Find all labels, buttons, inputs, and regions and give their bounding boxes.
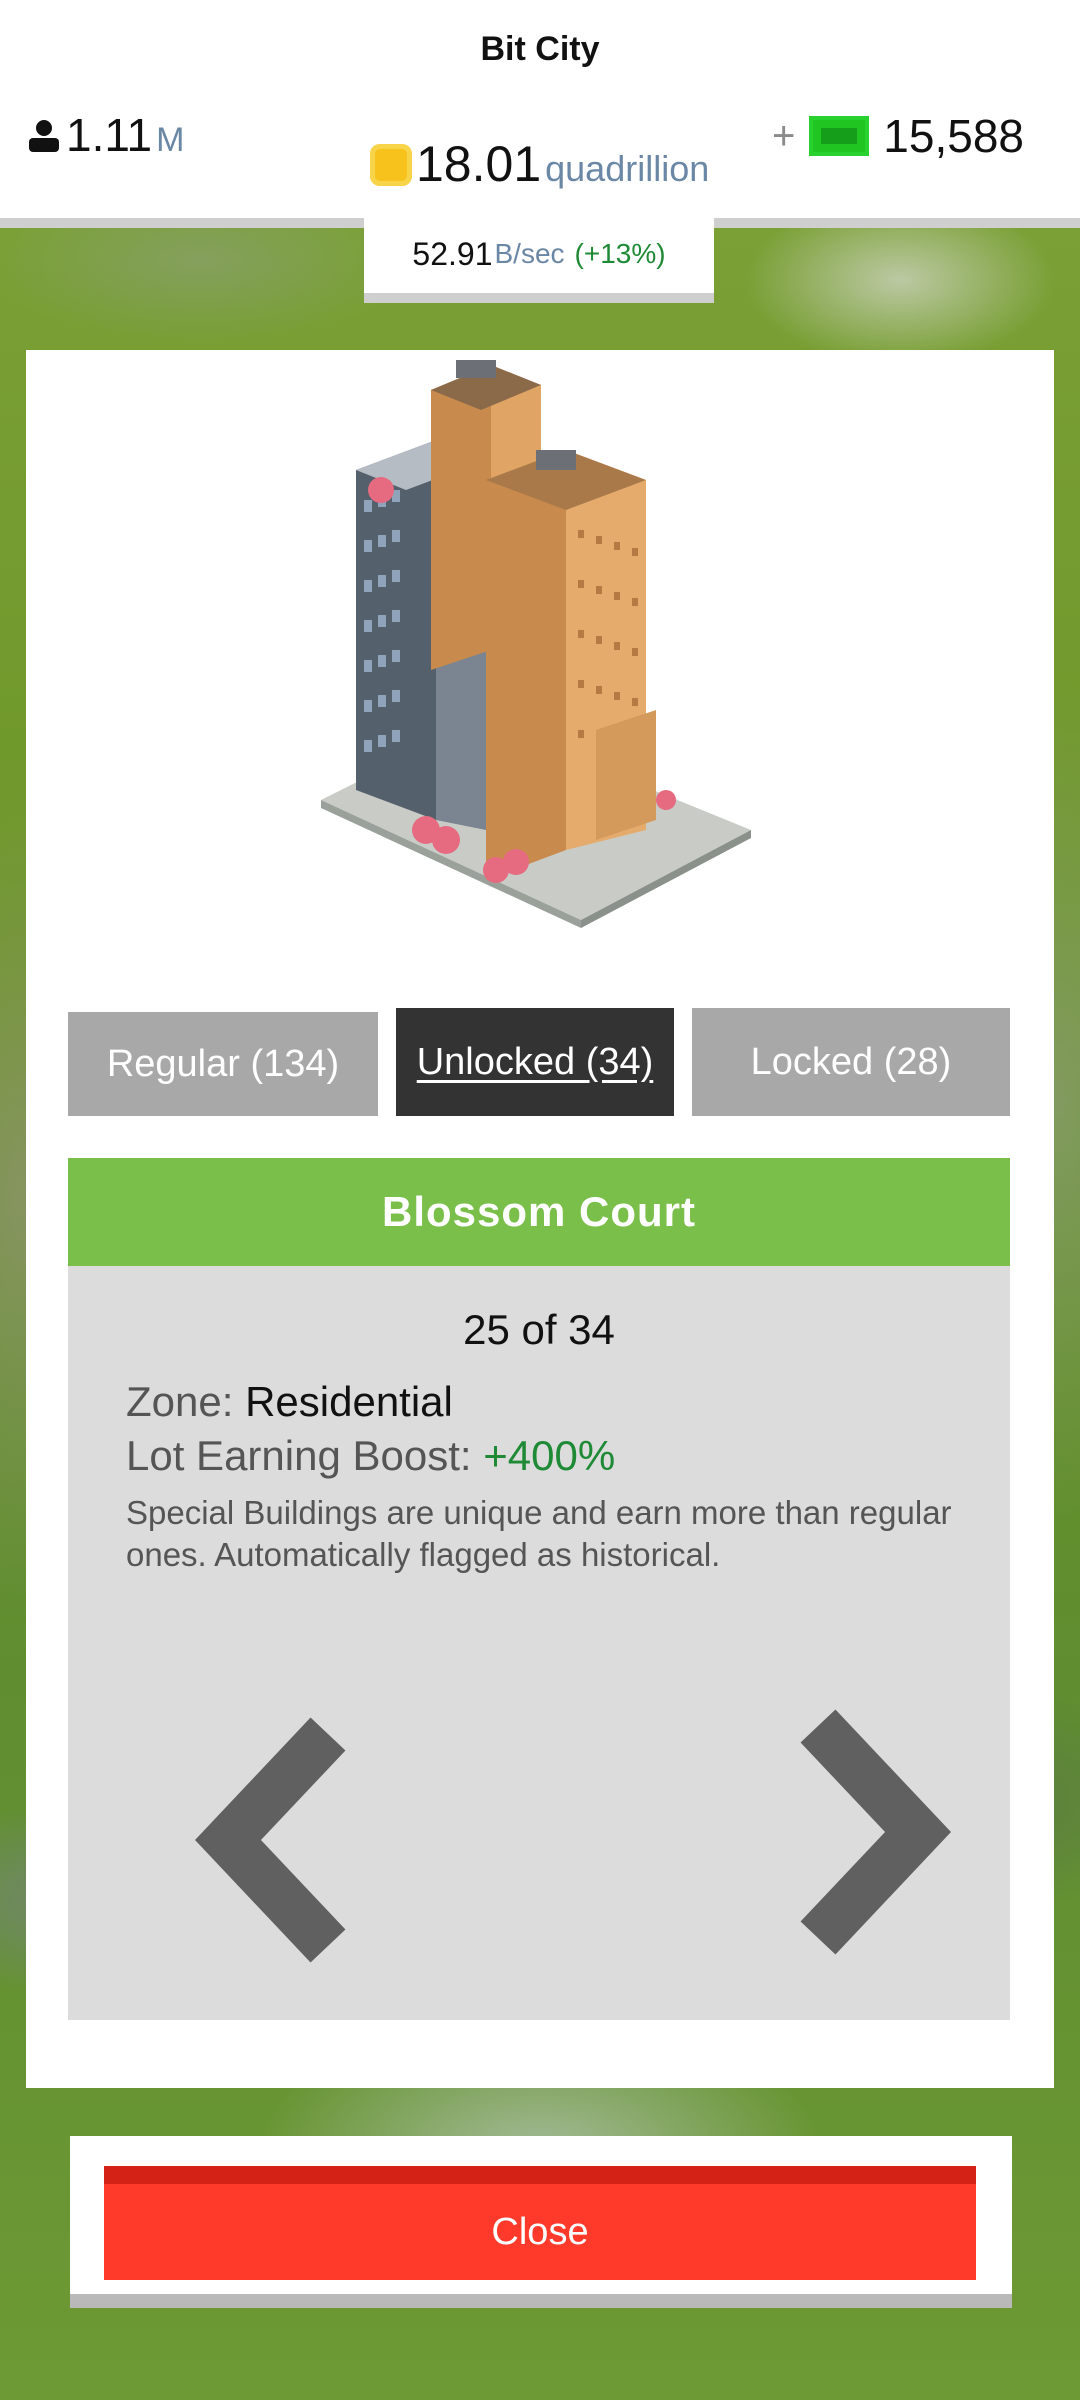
tab-locked[interactable]: Locked (28): [692, 1008, 1010, 1116]
gold-value: 18.01: [416, 136, 542, 192]
cash-stat: + 15,588: [772, 108, 1024, 164]
building-dialog: Regular (134) Unlocked (34) Locked (28) …: [26, 350, 1054, 2088]
coin-icon: [370, 144, 412, 186]
zone-row: Zone: Residential: [126, 1378, 453, 1426]
add-cash-button[interactable]: +: [772, 114, 795, 159]
population-stat: 1.11 M: [26, 108, 184, 164]
building-info-panel: 25 of 34 Zone: Residential Lot Earning B…: [68, 1266, 1010, 2020]
boost-row: Lot Earning Boost: +400%: [126, 1432, 615, 1480]
rate-percent: (+13%): [574, 238, 666, 269]
income-rate: 52.91 B/sec (+13%): [364, 215, 714, 303]
zone-label: Zone:: [126, 1378, 234, 1425]
cash-value: 15,588: [883, 110, 1024, 162]
population-value: 1.11: [66, 109, 153, 161]
building-description: Special Buildings are unique and earn mo…: [126, 1494, 952, 1573]
rate-value: 52.91: [412, 235, 493, 272]
top-bar: Bit City 1.11 M 18.01 quadrillion + 15,5…: [0, 0, 1080, 228]
app-title: Bit City: [480, 30, 600, 68]
building-image: [321, 360, 751, 928]
close-panel: Close: [70, 2136, 1012, 2308]
banknote-icon: [809, 116, 870, 156]
previous-arrow-icon[interactable]: [178, 1714, 358, 1974]
building-tabs: Regular (134) Unlocked (34) Locked (28): [68, 1008, 1010, 1116]
building-name: Blossom Court: [68, 1158, 1010, 1266]
tab-regular[interactable]: Regular (134): [68, 1012, 378, 1116]
boost-value: +400%: [483, 1432, 616, 1479]
zone-value: Residential: [245, 1378, 453, 1425]
rate-unit: B/sec: [494, 238, 565, 269]
next-arrow-icon[interactable]: [788, 1706, 968, 1966]
gold-unit: quadrillion: [545, 148, 710, 189]
close-button[interactable]: Close: [104, 2166, 976, 2280]
person-icon: [29, 120, 59, 152]
population-unit: M: [156, 121, 185, 159]
boost-label: Lot Earning Boost:: [126, 1432, 472, 1479]
gold-stat: 18.01 quadrillion: [370, 135, 709, 195]
building-counter: 25 of 34: [463, 1306, 615, 1353]
tab-unlocked[interactable]: Unlocked (34): [396, 1008, 674, 1116]
